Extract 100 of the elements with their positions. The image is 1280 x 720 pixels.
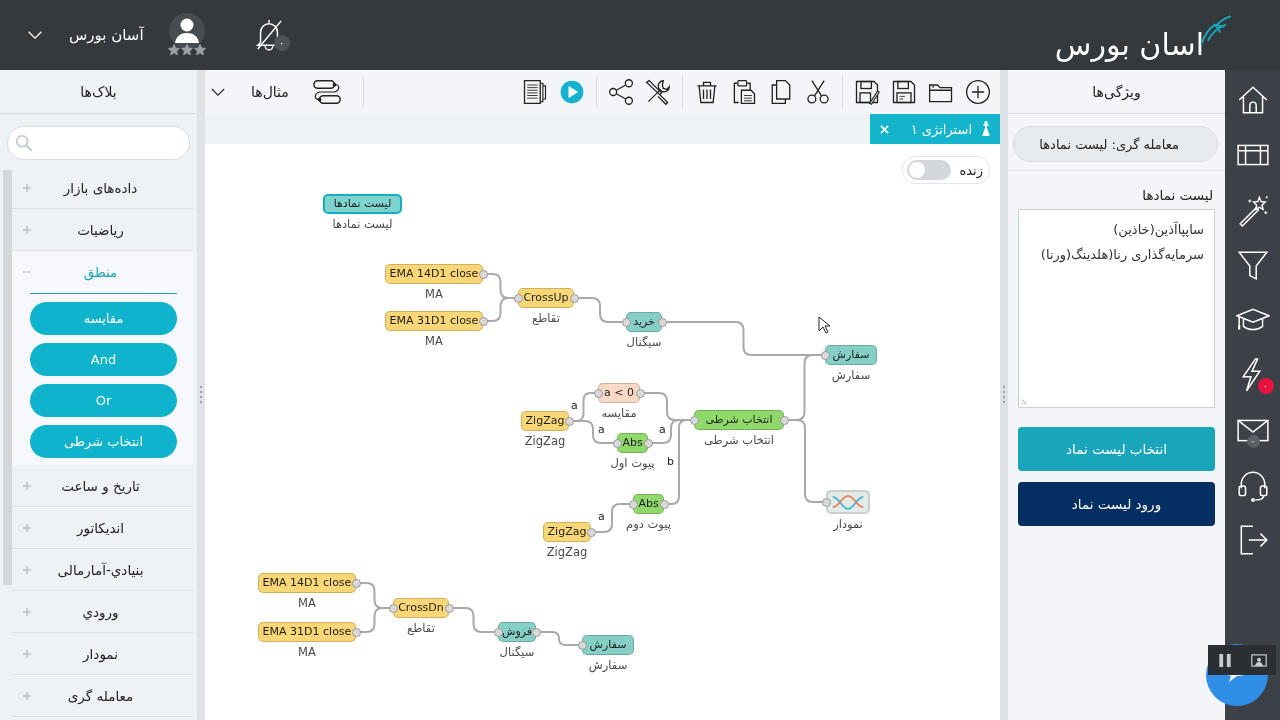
user-name[interactable]: آسان بورس [69,26,144,44]
chart-node[interactable] [826,490,870,514]
resize-grip-icon[interactable] [1021,396,1030,405]
symbols-field[interactable]: ساپپاآذین(خاذین) سرمایه‌گذاری رنا(هلدینگ(ورنا) [1018,209,1215,408]
picture-icon[interactable] [1251,652,1267,668]
node-caption: MA [425,334,443,348]
flow-node[interactable]: EMA 14D1 close [385,264,483,284]
flow-node[interactable]: EMA 14D1 close [258,573,356,593]
port-icon[interactable] [643,438,653,448]
port-icon[interactable] [351,578,361,588]
port-icon[interactable] [444,603,454,613]
node-caption: ZigZag [546,545,588,559]
flow-node[interactable]: Abs [617,433,648,453]
pause-icon[interactable] [1217,652,1233,668]
notification-badge: ۰ [1257,378,1274,394]
port-icon[interactable] [577,640,587,650]
node-caption: ZigZag [524,434,566,448]
port-icon[interactable] [388,603,398,613]
star-icon [193,44,206,56]
port-icon[interactable] [493,627,503,637]
category-item[interactable]: ورودي [12,591,193,633]
flow-node[interactable]: لیست نمادها [323,194,402,214]
flow-node[interactable]: EMA 31D1 close [385,311,483,331]
node-caption: تقاطع [532,311,560,325]
port-icon[interactable] [821,497,831,507]
panel-title: ویژگی‌ها [1092,83,1141,100]
port-icon[interactable] [569,293,579,303]
notification-badge: ۰ [273,35,290,51]
block-name-chip: معامله گری: لیست نمادها [1013,126,1218,162]
port-label: a [598,510,605,524]
node-caption: سیگنال [499,645,535,659]
avatar-icon[interactable] [168,13,205,49]
port-icon[interactable] [564,416,574,426]
field-label: لیست نمادها [1141,187,1214,203]
port-icon[interactable] [586,527,596,537]
port-label: a [598,423,605,437]
port-icon[interactable] [478,316,488,326]
port-icon[interactable] [593,388,603,398]
node-caption: MA [298,645,316,659]
logo-text: اسان بورس [1054,26,1204,64]
node-caption: پیوت اول [610,456,655,470]
notification-badge: ۰ [1246,435,1260,448]
scrollbar[interactable] [3,170,12,585]
port-icon[interactable] [779,415,789,425]
port-icon[interactable] [612,438,622,448]
node-caption: سفارش [831,368,871,382]
node-caption: تقاطع [407,621,435,635]
splitter-grip-icon[interactable] [1002,385,1006,405]
port-icon[interactable] [659,499,669,509]
flow-node[interactable]: انتخاب شرطی [694,410,784,430]
flow-node[interactable]: فروش [498,622,536,642]
node-caption: انتخاب شرطی [704,433,774,447]
panel-button[interactable]: ورود لیست نماد [1018,482,1215,526]
port-icon[interactable] [513,293,523,303]
star-icon [180,44,193,56]
port-icon[interactable] [657,317,667,327]
examples-dropdown[interactable]: مثال‌ها [205,76,297,108]
port-icon[interactable] [351,627,361,637]
panel-title: بلاک‌ها [80,83,117,100]
flow-node[interactable]: خرید [626,312,662,332]
flow-node[interactable]: a < 0 [598,383,640,403]
chevron-down-icon[interactable] [27,30,43,40]
splitter-grip-icon[interactable] [199,385,203,405]
bell-off-icon[interactable] [253,17,284,51]
live-label: زنده [959,162,983,178]
category-item[interactable]: بنیادي-آمارمالی [12,549,193,591]
port-label: b [667,455,674,469]
node-caption: MA [425,287,443,301]
node-caption: مقایسه [601,406,637,420]
live-toggle[interactable] [907,160,952,180]
search-field[interactable] [7,126,190,160]
close-icon[interactable] [879,124,889,134]
category-item[interactable]: تاریخ و ساعت [12,465,193,507]
port-icon[interactable] [621,317,631,327]
flow-node[interactable]: ZigZag [521,411,569,431]
port-icon[interactable] [628,499,638,509]
cursor-icon [818,316,830,334]
port-icon[interactable] [478,269,488,279]
node-caption: سیگنال [626,335,662,349]
category-item[interactable]: داده‌های بازار [12,167,193,209]
lightning-icon[interactable] [1241,358,1261,392]
port-icon[interactable] [635,388,645,398]
port-label: a [659,423,666,437]
flow-node[interactable]: سفارش [825,345,877,365]
flow-node[interactable]: Abs [633,494,664,514]
flow-node[interactable]: EMA 31D1 close [258,622,356,642]
node-caption: نمودار [833,517,863,531]
port-label: a [571,399,578,413]
flow-node[interactable]: سفارش [582,635,634,655]
star-icon [167,44,180,56]
flow-node[interactable]: CrossDn [393,598,449,618]
flow-node[interactable]: ZigZag [543,522,591,542]
category-item[interactable]: اندیکاتور [12,507,193,549]
port-icon[interactable] [531,627,541,637]
port-icon[interactable] [689,415,699,425]
port-icon[interactable] [820,350,830,360]
category-item[interactable]: معامله گری [12,675,193,717]
caret-icon [211,87,225,97]
category-item[interactable]: نمودار [12,633,193,675]
flow-node[interactable]: CrossUp [518,288,574,308]
